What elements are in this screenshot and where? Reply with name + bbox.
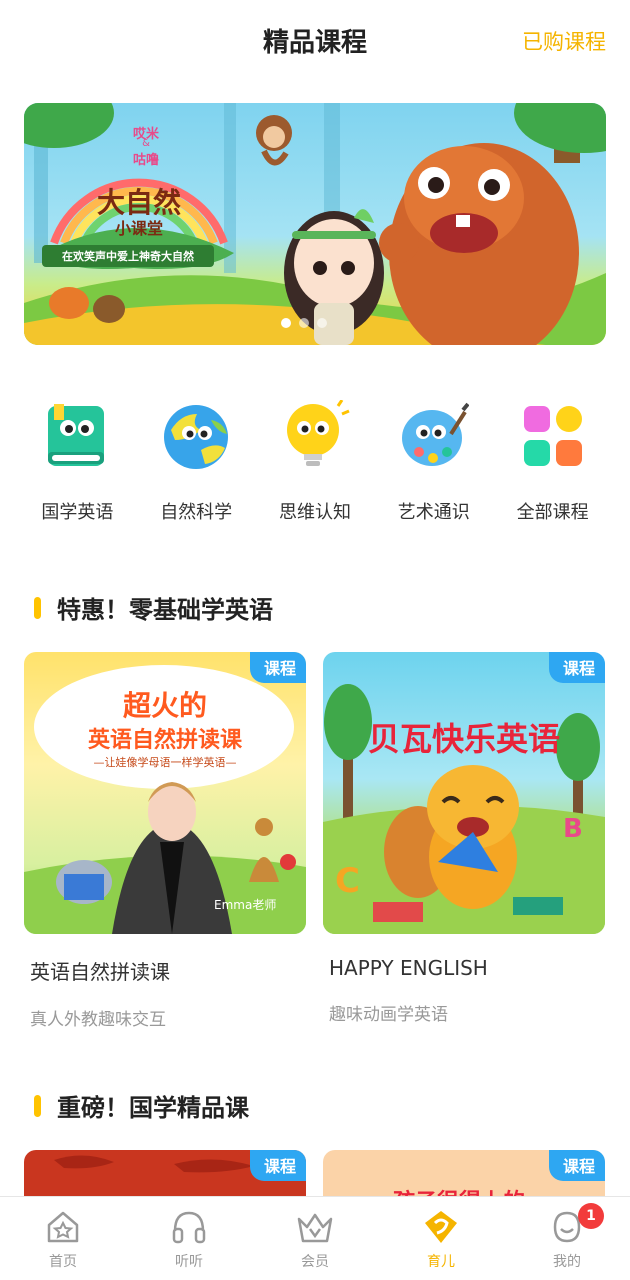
category-label: 艺术通识 [397, 502, 470, 523]
section-accent-bar [34, 1094, 41, 1117]
tab-label: 首页 [49, 1254, 77, 1270]
course-subtitle: 真人外教趣味交互 [30, 1010, 166, 1030]
category-row: 国学英语 自然科学 思维认知 艺术通识 全部课程 [0, 399, 630, 530]
course-thumbnail: 孩子很得上的 课程 [323, 1150, 605, 1196]
section-title-english: 特惠！零基础学英语 [34, 590, 273, 625]
section-title-guoxue: 重磅！国学精品课 [34, 1088, 249, 1123]
banner-dot[interactable] [317, 318, 327, 328]
beva-poster-art: B C [323, 684, 605, 934]
category-label: 思维认知 [278, 502, 351, 523]
banner-logo-bottom: 咕噜 [132, 153, 159, 168]
course-subtitle: 趣味动画学英语 [329, 1005, 448, 1025]
category-item-natural-science[interactable]: 自然科学 [141, 400, 251, 530]
category-label: 全部课程 [516, 502, 589, 523]
section-title-text: 特惠！零基础学英语 [57, 596, 273, 624]
tab-listen[interactable]: 听听 [126, 1197, 252, 1280]
tab-label: 听听 [175, 1254, 203, 1270]
home-icon [43, 1207, 83, 1247]
header: 精品课程 已购课程 [0, 0, 630, 80]
tab-parenting[interactable]: 育儿 [378, 1197, 504, 1280]
banner-subheading: 小课堂 [114, 219, 163, 238]
earth-globe-icon [161, 400, 231, 470]
course-card-happy-english[interactable]: B C 贝瓦快乐英语 课程 HAPPY ENGLISH 趣味动画学英语 [323, 652, 605, 1025]
course-tag: 课程 [548, 1150, 605, 1181]
category-item-all[interactable]: 全部课程 [498, 400, 608, 530]
poster-tagline: —让娃像学母语一样学英语— [93, 756, 237, 769]
lightbulb-icon [280, 399, 350, 470]
course-title: HAPPY ENGLISH [329, 956, 488, 980]
promo-banner[interactable]: 哎米 & 咕噜 大自然 小课堂 在欢笑声中爱上神奇大自然 [24, 103, 606, 345]
tab-home[interactable]: 首页 [0, 1197, 126, 1280]
purchased-courses-link[interactable]: 已购课程 [522, 26, 606, 56]
category-label: 国学英语 [41, 502, 114, 523]
poster-subheadline: 英语自然拼读课 [87, 728, 242, 753]
svg-text:C: C [335, 861, 360, 901]
headphones-icon [169, 1207, 209, 1247]
poster-headline: 超火的 [122, 689, 207, 722]
tab-mine[interactable]: 我的 [504, 1197, 630, 1280]
bottom-tab-bar: 首页 听听 会员 育儿 我的 [0, 1196, 630, 1280]
course-thumbnail: B C 贝瓦快乐英语 课程 [323, 652, 605, 934]
category-label: 自然科学 [160, 502, 233, 523]
section-title-text: 重磅！国学精品课 [57, 1094, 249, 1122]
green-book-icon [42, 400, 112, 470]
tab-label: 我的 [553, 1254, 581, 1270]
notification-badge: 1 [578, 1203, 604, 1229]
course-tag: 课程 [548, 652, 605, 683]
banner-logo-mid: & [142, 138, 150, 149]
tab-label: 育儿 [427, 1254, 455, 1270]
banner-slogan: 在欢笑声中爱上神奇大自然 [62, 250, 194, 263]
banner-dot[interactable] [281, 318, 291, 328]
all-courses-grid-icon [518, 400, 588, 470]
course-thumbnail: 课程 [24, 1150, 306, 1196]
poster-teacher-name: Emma老师 [214, 898, 277, 912]
banner-dot[interactable] [299, 318, 309, 328]
poster-headline-fragment: 孩子很得上的 [393, 1184, 525, 1196]
svg-text:B: B [563, 814, 583, 844]
tab-label: 会员 [301, 1254, 329, 1270]
paint-palette-icon [399, 400, 470, 470]
category-item-art[interactable]: 艺术通识 [379, 400, 489, 530]
course-tag: 课程 [249, 652, 306, 683]
course-tag: 课程 [249, 1150, 306, 1181]
poster-headline: 贝瓦快乐英语 [367, 720, 560, 758]
vip-crown-icon [295, 1207, 335, 1247]
course-card-phonics[interactable]: 超火的 英语自然拼读课 —让娃像学母语一样学英语— Emma老师 课程 英语自然… [24, 652, 306, 1030]
section-accent-bar [34, 596, 41, 619]
banner-pagination[interactable] [281, 318, 327, 328]
course-title: 英语自然拼读课 [30, 960, 170, 984]
tab-vip[interactable]: 会员 [252, 1197, 378, 1280]
course-card-guoxue-1[interactable]: 课程 [24, 1150, 306, 1196]
category-item-thinking[interactable]: 思维认知 [260, 399, 370, 530]
course-thumbnail: 超火的 英语自然拼读课 —让娃像学母语一样学英语— Emma老师 课程 [24, 652, 306, 934]
category-item-guoxue-english[interactable]: 国学英语 [22, 400, 132, 530]
parenting-icon [421, 1207, 461, 1247]
course-card-guoxue-2[interactable]: 孩子很得上的 课程 [323, 1150, 605, 1196]
